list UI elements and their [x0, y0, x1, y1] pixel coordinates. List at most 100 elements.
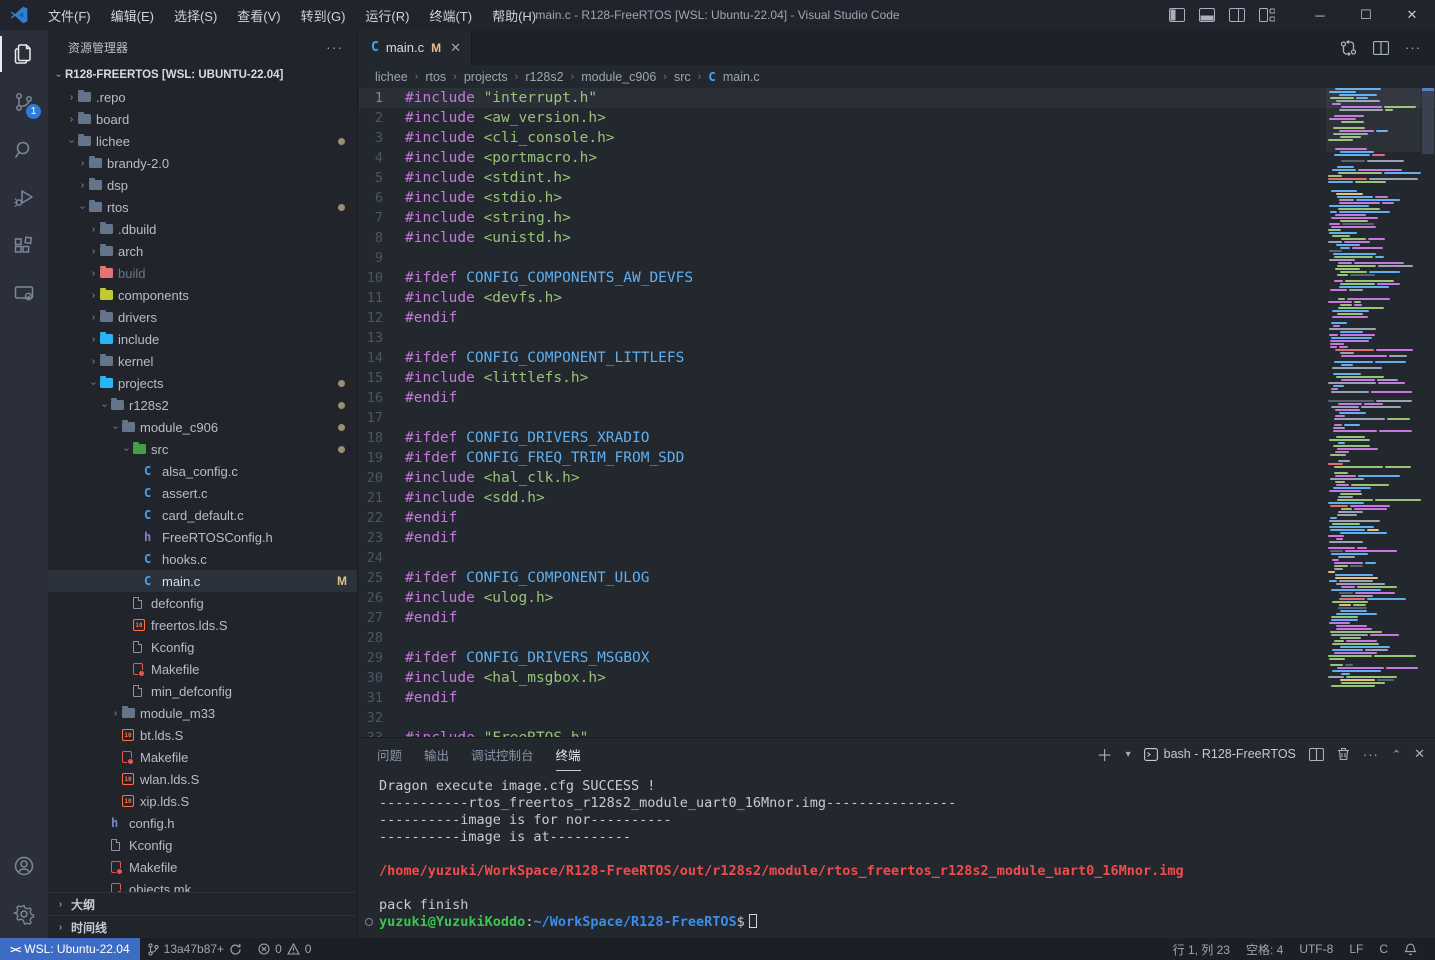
panel-tab-问题[interactable]: 问题 — [377, 739, 402, 770]
code-line-16[interactable]: 16#endif — [359, 388, 1435, 408]
breadcrumb-item[interactable]: module_c906 — [581, 70, 656, 84]
code-line-31[interactable]: 31#endif — [359, 688, 1435, 708]
code-line-9[interactable]: 9 — [359, 248, 1435, 268]
minimize-icon[interactable]: ─ — [1297, 0, 1343, 30]
tree-item-projects[interactable]: ›projects — [48, 372, 357, 394]
code-editor[interactable]: 1#include "interrupt.h"2#include <aw_ver… — [359, 88, 1435, 737]
menu-r[interactable]: 运行(R) — [356, 2, 418, 29]
code-line-24[interactable]: 24 — [359, 548, 1435, 568]
tree-item-Makefile[interactable]: Makefile — [48, 856, 357, 878]
tree-item-config.h[interactable]: hconfig.h — [48, 812, 357, 834]
tree-item-xip.lds.S[interactable]: 10xip.lds.S — [48, 790, 357, 812]
close-tab-icon[interactable]: ✕ — [450, 40, 461, 56]
tree-item-Makefile[interactable]: Makefile — [48, 658, 357, 680]
tree-item-.dbuild[interactable]: ›.dbuild — [48, 218, 357, 240]
language-mode[interactable]: C — [1371, 938, 1396, 960]
code-line-23[interactable]: 23#endif — [359, 528, 1435, 548]
code-line-26[interactable]: 26#include <ulog.h> — [359, 588, 1435, 608]
code-line-5[interactable]: 5#include <stdint.h> — [359, 168, 1435, 188]
explorer-more-actions-icon[interactable]: ··· — [326, 39, 343, 55]
tree-item-drivers[interactable]: ›drivers — [48, 306, 357, 328]
toggle-sidebar-icon[interactable] — [1169, 8, 1185, 22]
new-terminal-icon[interactable]: ＋ — [1097, 742, 1113, 766]
code-line-19[interactable]: 19#ifdef CONFIG_FREQ_TRIM_FROM_SDD — [359, 448, 1435, 468]
menu-f[interactable]: 文件(F) — [39, 2, 100, 29]
explorer-icon[interactable] — [0, 30, 48, 78]
tree-item-bt.lds.S[interactable]: 10bt.lds.S — [48, 724, 357, 746]
code-line-17[interactable]: 17 — [359, 408, 1435, 428]
tree-item-card_default.c[interactable]: Ccard_default.c — [48, 504, 357, 526]
breadcrumb-item[interactable]: lichee — [375, 70, 408, 84]
code-line-18[interactable]: 18#ifdef CONFIG_DRIVERS_XRADIO — [359, 428, 1435, 448]
notifications-bell[interactable] — [1396, 938, 1425, 960]
terminal-instance[interactable]: bash - R128-FreeRTOS — [1144, 747, 1296, 761]
tree-item-min_defconfig[interactable]: min_defconfig — [48, 680, 357, 702]
tree-item-arch[interactable]: ›arch — [48, 240, 357, 262]
code-line-2[interactable]: 2#include <aw_version.h> — [359, 108, 1435, 128]
tree-item-wlan.lds.S[interactable]: 10wlan.lds.S — [48, 768, 357, 790]
tree-root[interactable]: › R128-FREERTOS [WSL: UBUNTU-22.04] — [48, 64, 357, 86]
menu-s[interactable]: 选择(S) — [165, 2, 226, 29]
tree-item-build[interactable]: ›build — [48, 262, 357, 284]
tree-item-r128s2[interactable]: ›r128s2 — [48, 394, 357, 416]
code-line-33[interactable]: 33#include "FreeRTOS.h" — [359, 728, 1435, 737]
search-icon[interactable] — [0, 126, 48, 174]
indentation[interactable]: 空格: 4 — [1238, 938, 1291, 960]
breadcrumb-item[interactable]: projects — [464, 70, 508, 84]
section-timeline[interactable]: ›时间线 — [48, 915, 357, 938]
kill-terminal-icon[interactable] — [1337, 747, 1350, 761]
remote-indicator[interactable]: >< WSL: Ubuntu-22.04 — [0, 938, 140, 960]
code-line-1[interactable]: 1#include "interrupt.h" — [359, 88, 1435, 108]
breadcrumb-item[interactable]: main.c — [723, 70, 760, 84]
editor-scrollbar[interactable] — [1421, 88, 1435, 737]
panel-tab-调试控制台[interactable]: 调试控制台 — [471, 739, 534, 770]
code-line-25[interactable]: 25#ifdef CONFIG_COMPONENT_ULOG — [359, 568, 1435, 588]
tree-item-module_c906[interactable]: ›module_c906 — [48, 416, 357, 438]
source-control-icon[interactable]: 1 — [0, 78, 48, 126]
panel-tab-终端[interactable]: 终端 — [556, 739, 581, 770]
breadcrumb-item[interactable]: rtos — [425, 70, 446, 84]
code-line-10[interactable]: 10#ifdef CONFIG_COMPONENTS_AW_DEVFS — [359, 268, 1435, 288]
account-icon[interactable] — [0, 842, 48, 890]
maximize-panel-icon[interactable]: ⌃ — [1392, 748, 1401, 761]
more-actions-icon[interactable]: ··· — [1405, 40, 1421, 55]
tree-item-brandy-2.0[interactable]: ›brandy-2.0 — [48, 152, 357, 174]
close-panel-icon[interactable]: ✕ — [1414, 746, 1425, 762]
eol-sequence[interactable]: LF — [1341, 938, 1371, 960]
tree-item-freertos.lds.S[interactable]: 10freertos.lds.S — [48, 614, 357, 636]
run-debug-icon[interactable] — [0, 174, 48, 222]
tree-item-FreeRTOSConfig.h[interactable]: hFreeRTOSConfig.h — [48, 526, 357, 548]
encoding[interactable]: UTF-8 — [1291, 938, 1341, 960]
tree-item-rtos[interactable]: ›rtos — [48, 196, 357, 218]
tree-item-src[interactable]: ›src — [48, 438, 357, 460]
code-line-15[interactable]: 15#include <littlefs.h> — [359, 368, 1435, 388]
code-line-8[interactable]: 8#include <unistd.h> — [359, 228, 1435, 248]
split-terminal-icon[interactable] — [1309, 748, 1324, 761]
close-icon[interactable]: ✕ — [1389, 0, 1435, 30]
tree-item-components[interactable]: ›components — [48, 284, 357, 306]
open-changes-icon[interactable] — [1340, 40, 1357, 56]
code-line-29[interactable]: 29#ifdef CONFIG_DRIVERS_MSGBOX — [359, 648, 1435, 668]
tree-item-.repo[interactable]: ›.repo — [48, 86, 357, 108]
tree-item-Makefile[interactable]: Makefile — [48, 746, 357, 768]
menu-g[interactable]: 转到(G) — [292, 2, 355, 29]
tree-item-board[interactable]: ›board — [48, 108, 357, 130]
tree-item-lichee[interactable]: ›lichee — [48, 130, 357, 152]
menu-t[interactable]: 终端(T) — [420, 2, 481, 29]
tree-item-hooks.c[interactable]: Chooks.c — [48, 548, 357, 570]
breadcrumb-item[interactable]: r128s2 — [525, 70, 563, 84]
problems-status[interactable]: 0 0 — [250, 938, 319, 960]
tab-main-c[interactable]: C main.c M ✕ — [359, 30, 472, 65]
cursor-position[interactable]: 行 1, 列 23 — [1165, 938, 1238, 960]
settings-gear-icon[interactable] — [0, 890, 48, 938]
tree-item-include[interactable]: ›include — [48, 328, 357, 350]
code-line-7[interactable]: 7#include <string.h> — [359, 208, 1435, 228]
code-line-13[interactable]: 13 — [359, 328, 1435, 348]
split-editor-icon[interactable] — [1373, 41, 1389, 55]
extensions-icon[interactable] — [0, 222, 48, 270]
code-line-28[interactable]: 28 — [359, 628, 1435, 648]
breadcrumb-item[interactable]: src — [674, 70, 691, 84]
code-line-27[interactable]: 27#endif — [359, 608, 1435, 628]
code-line-21[interactable]: 21#include <sdd.h> — [359, 488, 1435, 508]
terminal-dropdown-icon[interactable]: ▾ — [1126, 749, 1131, 760]
